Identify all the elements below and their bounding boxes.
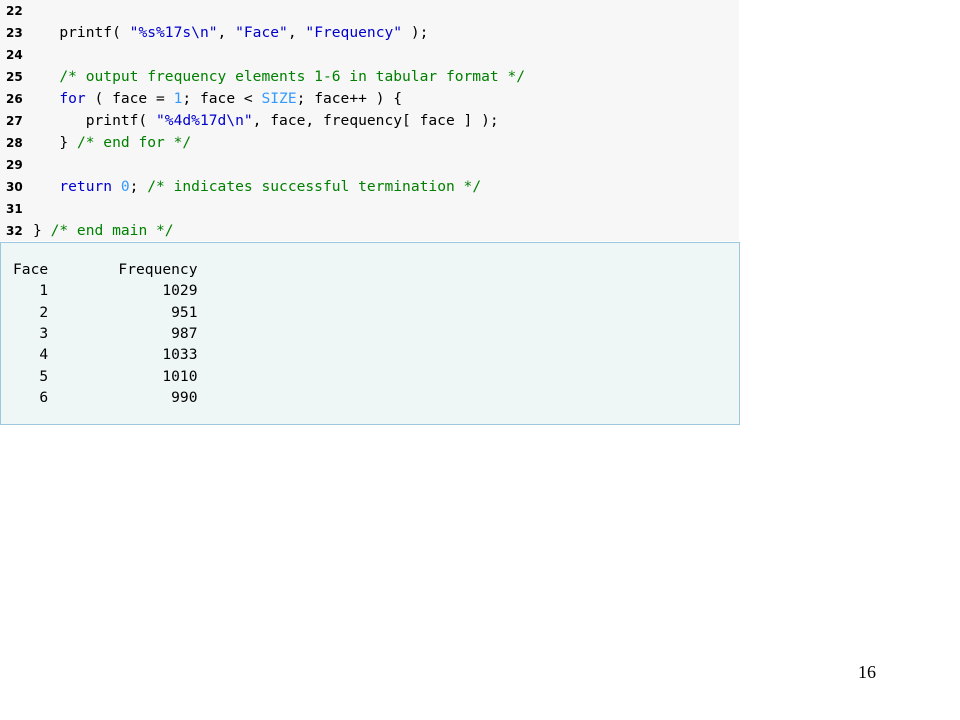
line-number: 26 xyxy=(6,92,23,106)
code-token: ; xyxy=(129,178,148,195)
line-number: 31 xyxy=(6,202,23,216)
line-code: printf( "%4d%17d\n", face, frequency[ fa… xyxy=(33,110,499,132)
line-code: /* output frequency elements 1-6 in tabu… xyxy=(33,66,525,88)
code-token: /* indicates successful termination */ xyxy=(147,178,482,195)
page-number: 16 xyxy=(858,662,876,682)
code-token: "Face" xyxy=(235,24,288,41)
code-token: return xyxy=(59,178,113,195)
code-token: "Frequency" xyxy=(305,24,403,41)
program-output: Face Frequency 1 1029 2 951 3 987 4 1033… xyxy=(0,242,740,425)
line-code: for ( face = 1; face < SIZE; face++ ) { xyxy=(33,88,402,110)
code-token: /* end for */ xyxy=(76,134,192,151)
code-token: } xyxy=(33,134,77,151)
code-token: ; face++ ) { xyxy=(296,90,403,107)
line-number: 23 xyxy=(6,26,23,40)
line-number: 27 xyxy=(6,114,23,128)
output-line: 5 1010 xyxy=(13,367,198,385)
output-line: 6 990 xyxy=(13,388,198,406)
line-code: } /* end main */ xyxy=(33,220,174,242)
code-token: /* end main */ xyxy=(50,222,174,239)
output-line: 3 987 xyxy=(13,324,198,342)
output-line: Face Frequency xyxy=(13,261,198,278)
code-token: SIZE xyxy=(261,90,297,107)
output-line: 2 951 xyxy=(13,303,198,321)
code-token: "%s%17s\n" xyxy=(129,24,218,41)
code-token: printf( xyxy=(33,112,157,129)
code-token: printf( xyxy=(33,24,130,41)
output-line: 4 1033 xyxy=(13,346,198,364)
line-code: } /* end for */ xyxy=(33,132,191,154)
line-code: return 0; /* indicates successful termin… xyxy=(33,176,481,198)
line-number: 32 xyxy=(6,224,23,238)
code-token: ; face < xyxy=(182,90,262,107)
line-number: 29 xyxy=(6,158,23,172)
line-number: 24 xyxy=(6,48,23,62)
line-number: 28 xyxy=(6,136,23,150)
line-number: 22 xyxy=(6,4,23,18)
line-code: printf( "%s%17s\n", "Face", "Frequency" … xyxy=(33,22,428,44)
code-token: for xyxy=(59,90,86,107)
code-token: , xyxy=(217,24,236,41)
output-line: 1 1029 xyxy=(13,282,198,300)
code-token: , xyxy=(287,24,306,41)
code-token: /* output frequency elements 1-6 in tabu… xyxy=(59,68,526,85)
code-token: } xyxy=(33,222,51,239)
code-token: "%4d%17d\n" xyxy=(156,112,253,129)
code-token: , face, frequency[ face ] ); xyxy=(252,112,499,129)
code-token: 0 xyxy=(120,178,130,195)
code-token: ( face = xyxy=(85,90,174,107)
line-number: 30 xyxy=(6,180,23,194)
line-number: 25 xyxy=(6,70,23,84)
code-token: ); xyxy=(402,24,429,41)
code-listing: 22 23 printf( "%s%17s\n", "Face", "Freque… xyxy=(0,0,739,241)
